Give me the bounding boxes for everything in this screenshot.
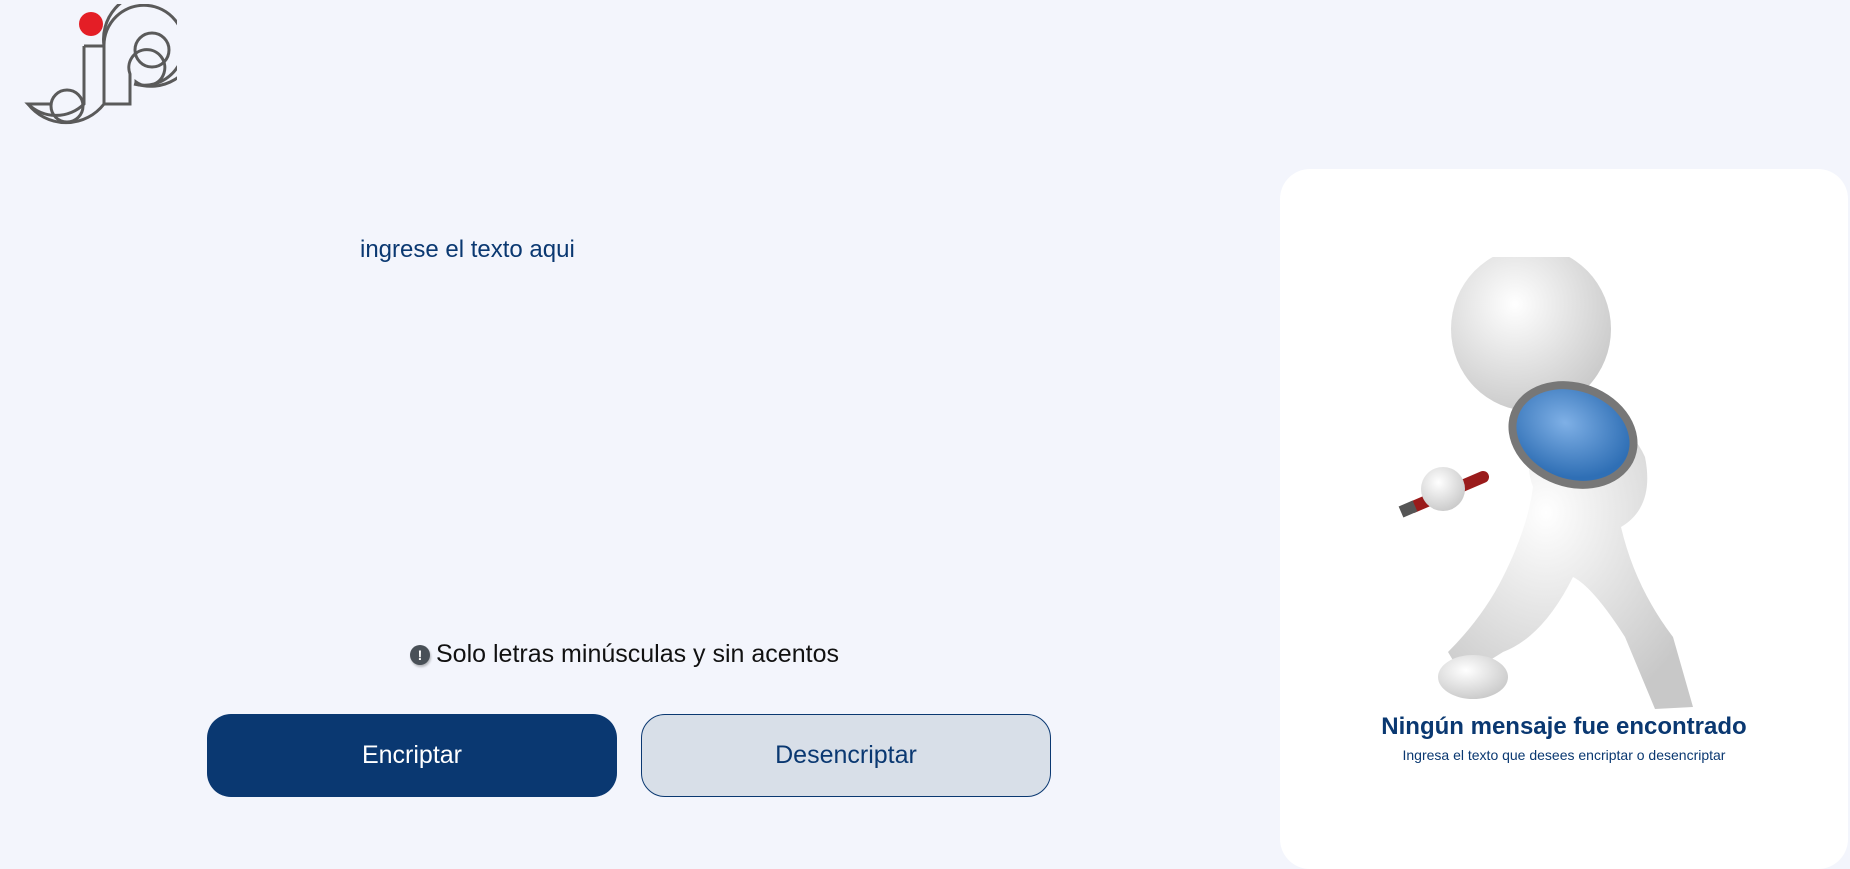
no-message-title: Ningún mensaje fue encontrado xyxy=(1381,713,1747,740)
exclamation-circle-icon: ! xyxy=(410,644,430,665)
warning-note: ! Solo letras minúsculas y sin acentos xyxy=(410,640,839,669)
no-message-subtitle: Ingresa el texto que desees encriptar o … xyxy=(1402,747,1726,763)
decrypt-button[interactable]: Desencriptar xyxy=(641,714,1051,797)
encrypt-button[interactable]: Encriptar xyxy=(207,714,617,797)
result-panel: Ningún mensaje fue encontrado Ingresa el… xyxy=(1280,169,1848,869)
figure-with-magnifier-illustration xyxy=(1398,257,1693,709)
warning-text: Solo letras minúsculas y sin acentos xyxy=(436,640,839,668)
jp-logo xyxy=(24,4,177,125)
text-input[interactable] xyxy=(360,236,1240,596)
